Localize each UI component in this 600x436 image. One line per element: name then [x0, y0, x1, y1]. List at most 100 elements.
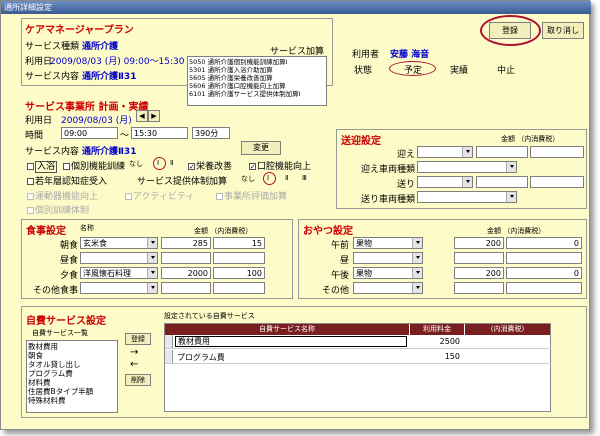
snack-amount-input[interactable] [454, 252, 504, 264]
list-item[interactable]: 朝食 [28, 351, 116, 360]
list-item[interactable]: 教材費用 [28, 342, 116, 351]
transport-tax-input[interactable] [530, 176, 584, 188]
list-item[interactable]: 材料費 [28, 378, 116, 387]
snack-row-label: 昼 [339, 256, 349, 266]
snack-name-select[interactable] [353, 282, 423, 294]
meal-amount-input[interactable]: 285 [161, 237, 211, 249]
checkbox-icon[interactable] [188, 163, 195, 170]
dementia-check[interactable]: 若年層認知症受入 [27, 174, 107, 187]
list-item[interactable]: タオル貸し出し [28, 360, 116, 369]
status-actual[interactable]: 実績 [450, 63, 468, 76]
row-selector-icon[interactable] [165, 335, 173, 348]
service-list-label: 自費サービス一覧 [32, 329, 88, 337]
status-planned[interactable]: 予定 [404, 63, 422, 76]
row-fee[interactable]: 2500 [411, 337, 460, 346]
meal-tax-input[interactable]: 100 [213, 267, 265, 279]
transport-amount-input[interactable] [476, 146, 528, 158]
snack-amount-input[interactable]: 200 [454, 267, 504, 279]
provision-level1-highlight [263, 172, 276, 185]
meal-tax-input[interactable] [213, 252, 265, 264]
transport-heading: 送迎設定 [341, 136, 381, 147]
self-service-list[interactable]: 教材費用 朝食 タオル貸し出し プログラム費 材料費 住居費Bタイプ半額 特殊材… [26, 340, 118, 413]
individual-check[interactable]: 個別機能訓練 [63, 159, 125, 172]
provision-level3[interactable]: Ⅲ [302, 174, 307, 182]
meal-amount-input[interactable] [161, 282, 211, 294]
date-prev-button[interactable]: ◀ [136, 110, 148, 122]
care-plan-heading: ケアマネージャープラン [25, 25, 134, 36]
meal-row-label: 朝食 [59, 241, 78, 251]
snack-amount-input[interactable]: 200 [454, 237, 504, 249]
addon-item[interactable]: 6101 通所介護サービス提供体制加算Ⅰ [189, 90, 325, 98]
checkbox-icon[interactable] [27, 163, 34, 170]
transport-amount-input[interactable] [476, 176, 528, 188]
snack-amount-input[interactable] [454, 282, 504, 294]
meal-amount-input[interactable]: 2000 [161, 267, 211, 279]
row-fee[interactable]: 150 [411, 352, 460, 361]
pickup-vehicle-select[interactable] [417, 161, 517, 173]
addon-item[interactable]: 5606 通所介護口腔機能向上加算 [189, 82, 325, 90]
list-item[interactable]: 住居費Bタイプ半額 [28, 387, 116, 396]
meal-amount-input[interactable] [161, 252, 211, 264]
table-row[interactable]: プログラム費 150 [165, 350, 551, 364]
provision-level2[interactable]: Ⅱ [285, 174, 288, 182]
addon-item[interactable]: 5050 通所介護個別機能訓練加算Ⅰ [189, 58, 325, 66]
list-item[interactable]: プログラム費 [28, 369, 116, 378]
list-item[interactable]: 特殊材料費 [28, 396, 116, 405]
exercise-check: 運動器機能向上 [27, 189, 98, 202]
individual-none[interactable]: なし [129, 159, 143, 169]
row-name[interactable]: 教材費用 [175, 336, 407, 347]
date-next-button[interactable]: ▶ [148, 110, 160, 122]
oral-check[interactable]: 口腔機能向上 [249, 159, 311, 172]
provision-label: サービス提供体制加算 [137, 177, 228, 187]
individual-level2[interactable]: Ⅱ [170, 159, 173, 167]
checkbox-icon[interactable] [249, 163, 256, 170]
snack-name-select[interactable] [353, 252, 423, 264]
snack-tax-input[interactable] [506, 252, 582, 264]
row-selector-icon[interactable] [165, 350, 173, 363]
snack-tax-input[interactable]: 0 [506, 267, 582, 279]
transport-pickup-select[interactable] [417, 146, 473, 158]
transport-dropoff-select[interactable] [417, 176, 473, 188]
checkbox-icon[interactable] [63, 163, 70, 170]
meal-row-label: その他食事 [32, 286, 78, 296]
meal-name-select[interactable]: 玄米食 [80, 237, 158, 249]
delete-service-button[interactable]: 削除 [125, 374, 151, 386]
provision-level1[interactable]: Ⅰ [267, 174, 269, 182]
status-canceled[interactable]: 中止 [497, 63, 515, 76]
snack-tax-input[interactable] [506, 282, 582, 294]
table-row[interactable]: 教材費用 2500 [165, 335, 551, 349]
arrow-right-icon: → [130, 347, 139, 358]
snack-panel: おやつ設定 金額 （内消費税） 午前 果物 200 0 昼午後 果物 200 0 その他 [298, 219, 587, 299]
transport-tax-input[interactable] [530, 146, 584, 158]
checkbox-icon [125, 193, 132, 200]
meal-name-value: 洋風懐石料理 [83, 269, 131, 278]
meal-name-select[interactable] [80, 282, 158, 294]
evaluation-check: 事業所評価加算 [216, 189, 287, 202]
addon-item[interactable]: 5301 通所介護入浴介助加算 [189, 66, 325, 74]
provision-none[interactable]: なし [241, 174, 255, 184]
meal-row-label: 夕食 [59, 271, 78, 281]
start-time-input[interactable]: 09:00 [61, 127, 118, 139]
meal-tax-input[interactable]: 15 [213, 237, 265, 249]
addon-list[interactable]: 5050 通所介護個別機能訓練加算Ⅰ 5301 通所介護入浴介助加算 5605 … [187, 56, 327, 106]
snack-tax-input[interactable]: 0 [506, 237, 582, 249]
snack-name-select[interactable]: 果物 [353, 237, 423, 249]
bath-check[interactable]: 入浴 [27, 159, 58, 173]
addon-item[interactable]: 5605 通所介護栄養改善加算 [189, 74, 325, 82]
date-value: 2009/08/03 (月) [61, 116, 132, 126]
end-time-input[interactable]: 15:30 [131, 127, 188, 139]
cancel-button[interactable]: 取り消し [542, 22, 584, 39]
snack-name-select[interactable]: 果物 [353, 267, 423, 279]
individual-level1[interactable]: Ⅰ [157, 159, 159, 167]
change-button[interactable]: 変更 [241, 141, 281, 155]
usage-label: 利用日 [25, 57, 53, 67]
dropoff-vehicle-select[interactable] [417, 191, 517, 203]
meal-name-select[interactable]: 洋風懐石料理 [80, 267, 158, 279]
meal-tax-input[interactable] [213, 282, 265, 294]
activity-check: アクティビティ [125, 189, 194, 202]
row-name[interactable]: プログラム費 [177, 352, 225, 363]
checkbox-icon[interactable] [27, 178, 34, 185]
add-service-button[interactable]: 登録 [125, 333, 151, 345]
meal-name-select[interactable] [80, 252, 158, 264]
nutrition-check[interactable]: 栄養改善 [188, 159, 232, 172]
